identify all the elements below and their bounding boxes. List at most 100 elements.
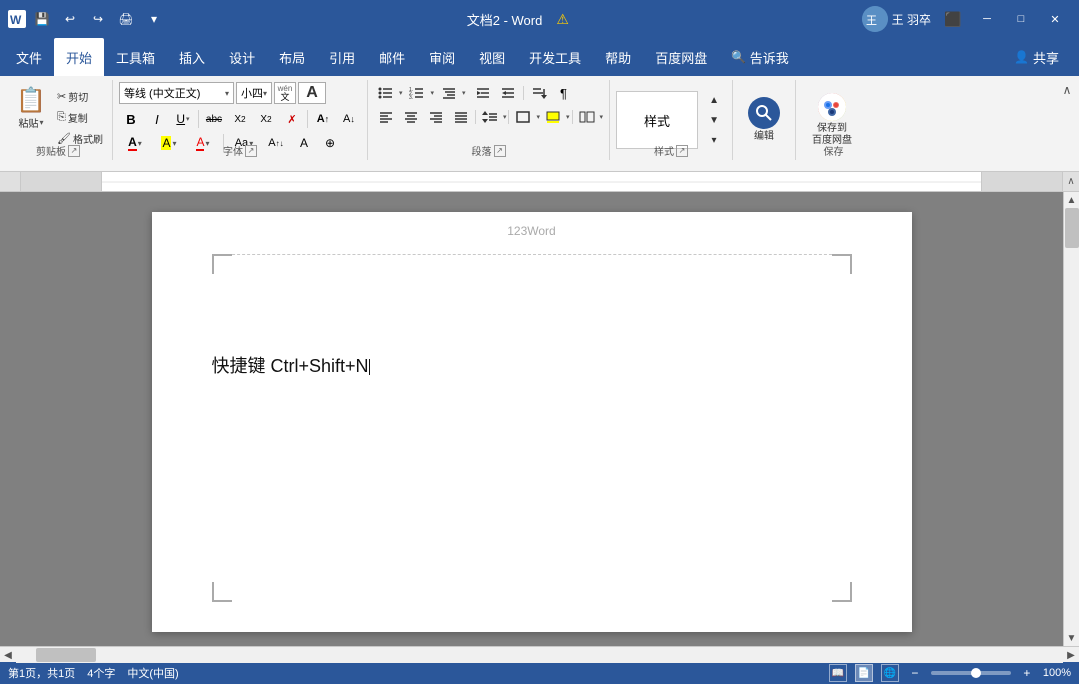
clipboard-expand-btn[interactable]: ↗ bbox=[68, 145, 80, 157]
increase-indent-button[interactable] bbox=[496, 82, 520, 104]
menu-layout[interactable]: 布局 bbox=[267, 38, 317, 76]
align-center-button[interactable] bbox=[399, 106, 423, 128]
style-scroll-down[interactable]: ▼ bbox=[702, 111, 726, 129]
svg-text:3.: 3. bbox=[409, 95, 413, 100]
cut-button[interactable]: ✂ 剪切 bbox=[54, 86, 106, 106]
zoom-slider-thumb[interactable] bbox=[971, 668, 981, 678]
customize-quick-btn[interactable]: ▾ bbox=[142, 7, 166, 31]
menu-tell-me[interactable]: 🔍 告诉我 bbox=[719, 38, 801, 76]
align-left-button[interactable] bbox=[374, 106, 398, 128]
show-marks-button[interactable]: ¶ bbox=[552, 82, 576, 104]
border-button[interactable] bbox=[511, 106, 535, 128]
view-read-btn[interactable]: 📖 bbox=[829, 664, 847, 682]
menu-mailings[interactable]: 邮件 bbox=[367, 38, 417, 76]
h-scrollbar-area: ◀ ▶ bbox=[0, 646, 1079, 662]
menu-tools[interactable]: 工具箱 bbox=[104, 38, 167, 76]
font-name-selector[interactable]: 等线 (中文正文) ▾ bbox=[119, 82, 234, 104]
app: W 💾 ↩ ↪ 🖨 ▾ 文档2 - Word ⚠ 王 王 羽卒 bbox=[0, 0, 1079, 684]
ribbon-collapse-arrow[interactable]: ∧ bbox=[1059, 82, 1075, 98]
menu-file[interactable]: 文件 bbox=[4, 38, 54, 76]
ruler-area: ∧ bbox=[0, 172, 1079, 192]
line-spacing-dropdown: ▾ bbox=[503, 113, 507, 121]
menu-references[interactable]: 引用 bbox=[317, 38, 367, 76]
menu-home[interactable]: 开始 bbox=[54, 38, 104, 76]
font-expand-btn[interactable]: ↗ bbox=[245, 145, 257, 157]
multi-list-button[interactable] bbox=[437, 82, 461, 104]
h-scroll-thumb[interactable] bbox=[36, 648, 96, 662]
redo-btn[interactable]: ↪ bbox=[86, 7, 110, 31]
style-preview[interactable]: 样式 bbox=[616, 91, 698, 149]
styles-expand-btn[interactable]: ↗ bbox=[676, 145, 688, 157]
menu-developer[interactable]: 开发工具 bbox=[517, 38, 593, 76]
status-words[interactable]: 4个字 bbox=[87, 665, 115, 681]
menu-share[interactable]: 👤 共享 bbox=[1002, 38, 1071, 76]
paste-dropdown-arrow: ▾ bbox=[39, 118, 43, 127]
menu-design[interactable]: 设计 bbox=[217, 38, 267, 76]
zoom-out-btn[interactable]: − bbox=[907, 665, 923, 681]
copy-button[interactable]: ⎘ 复制 bbox=[54, 107, 106, 127]
user-area[interactable]: 王 王 羽卒 bbox=[862, 6, 931, 32]
ribbon-collapse-btn[interactable]: ⬛ bbox=[937, 5, 969, 33]
style-scroll-up[interactable]: ▲ bbox=[702, 91, 726, 109]
line-spacing-button[interactable] bbox=[478, 106, 502, 128]
zoom-slider[interactable] bbox=[931, 671, 1011, 675]
svg-text:W: W bbox=[10, 13, 22, 27]
scroll-left-btn[interactable]: ◀ bbox=[0, 647, 16, 663]
menu-insert[interactable]: 插入 bbox=[167, 38, 217, 76]
paste-button[interactable]: 📋 粘贴 ▾ bbox=[10, 82, 52, 134]
number-list-button[interactable]: 1.2.3. bbox=[405, 82, 429, 104]
size-up-button[interactable]: A↑ bbox=[311, 108, 335, 130]
italic-button[interactable]: I bbox=[145, 108, 169, 130]
save-to-baidu-button[interactable]: 保存到百度网盘 bbox=[802, 91, 862, 149]
bullet-list-button[interactable] bbox=[374, 82, 398, 104]
doc-page: 123Word 快捷键 Ctrl+Shift+N bbox=[152, 212, 912, 632]
user-avatar: 王 bbox=[862, 6, 888, 32]
columns-button[interactable] bbox=[575, 106, 599, 128]
content-area: 123Word 快捷键 Ctrl+Shift+N ▲ ▼ bbox=[0, 192, 1079, 646]
view-web-btn[interactable]: 🌐 bbox=[881, 664, 899, 682]
zoom-in-btn[interactable]: + bbox=[1019, 665, 1035, 681]
title-bar-left: W 💾 ↩ ↪ 🖨 ▾ bbox=[8, 7, 166, 31]
status-bar: 第1页，共1页 4个字 中文(中国) 📖 📄 🌐 − + 100% bbox=[0, 662, 1079, 684]
font-size-selector[interactable]: 小四 ▾ bbox=[236, 82, 272, 104]
separator-2 bbox=[307, 110, 308, 128]
ruler-scroll-btn[interactable]: ∧ bbox=[1063, 172, 1079, 191]
strikethrough-button[interactable]: abc bbox=[202, 108, 226, 130]
para-expand-btn[interactable]: ↗ bbox=[494, 145, 506, 157]
doc-line-1[interactable]: 快捷键 Ctrl+Shift+N bbox=[212, 352, 852, 378]
clear-format-button[interactable]: ✗ bbox=[280, 108, 304, 130]
font-A-button[interactable]: A bbox=[298, 82, 326, 104]
scroll-down-btn[interactable]: ▼ bbox=[1064, 630, 1079, 646]
maximize-btn[interactable]: □ bbox=[1005, 5, 1037, 33]
menu-help[interactable]: 帮助 bbox=[593, 38, 643, 76]
menu-baidu[interactable]: 百度网盘 bbox=[643, 38, 719, 76]
justify-button[interactable] bbox=[449, 106, 473, 128]
scroll-right-btn[interactable]: ▶ bbox=[1063, 647, 1079, 663]
save-quick-btn[interactable]: 💾 bbox=[30, 7, 54, 31]
subscript-button[interactable]: X2 bbox=[228, 108, 252, 130]
menu-view[interactable]: 视图 bbox=[467, 38, 517, 76]
status-language[interactable]: 中文(中国) bbox=[127, 665, 178, 681]
print-btn[interactable]: 🖨 bbox=[114, 7, 138, 31]
size-down-button[interactable]: A↓ bbox=[337, 108, 361, 130]
editing-button[interactable]: 编辑 bbox=[739, 91, 789, 149]
bg-color-button[interactable] bbox=[541, 106, 565, 128]
align-right-button[interactable] bbox=[424, 106, 448, 128]
view-page-btn[interactable]: 📄 bbox=[855, 664, 873, 682]
decrease-indent-button[interactable] bbox=[471, 82, 495, 104]
font-wen-button[interactable]: wén 文 bbox=[274, 82, 296, 104]
undo-btn[interactable]: ↩ bbox=[58, 7, 82, 31]
status-pages[interactable]: 第1页，共1页 bbox=[8, 665, 75, 681]
scroll-thumb[interactable] bbox=[1065, 208, 1079, 248]
minimize-btn[interactable]: ─ bbox=[971, 5, 1003, 33]
bold-button[interactable]: B bbox=[119, 108, 143, 130]
underline-button[interactable]: U ▾ bbox=[171, 108, 195, 130]
sort-button[interactable] bbox=[527, 82, 551, 104]
para-row-1: ▾ 1.2.3. ▾ ▾ bbox=[374, 82, 576, 104]
close-btn[interactable]: ✕ bbox=[1039, 5, 1071, 33]
status-zoom[interactable]: 100% bbox=[1043, 667, 1071, 679]
text-cursor bbox=[369, 359, 370, 375]
superscript-button[interactable]: X2 bbox=[254, 108, 278, 130]
scroll-up-btn[interactable]: ▲ bbox=[1064, 192, 1079, 208]
menu-review[interactable]: 审阅 bbox=[417, 38, 467, 76]
